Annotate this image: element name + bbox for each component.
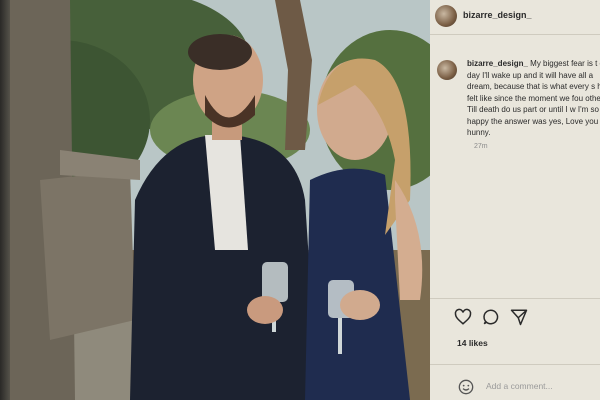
comment-username[interactable]: bizarre_design_ xyxy=(467,59,528,68)
share-icon[interactable] xyxy=(510,308,528,326)
heart-icon[interactable] xyxy=(454,308,472,326)
instagram-post-panel: bizarre_design_ bizarre_design_ My bigge… xyxy=(430,0,600,400)
add-comment-input[interactable]: Add a comment... xyxy=(486,381,553,391)
avatar[interactable] xyxy=(435,5,457,27)
post-header: bizarre_design_ xyxy=(430,0,600,35)
couple-photo-illustration xyxy=(0,0,430,400)
comment-avatar[interactable] xyxy=(437,60,457,80)
likes-count[interactable]: 14 likes xyxy=(457,338,488,348)
comment-time: 27m xyxy=(474,143,488,150)
monitor-screen: bizarre_design_ bizarre_design_ My bigge… xyxy=(0,0,600,400)
add-comment-bar: Add a comment... xyxy=(430,364,600,400)
monitor-bezel xyxy=(0,0,10,400)
post-photo xyxy=(0,0,430,400)
header-username[interactable]: bizarre_design_ xyxy=(463,10,532,20)
comment-icon[interactable] xyxy=(482,308,500,326)
caption-comment: bizarre_design_ My biggest fear is t one… xyxy=(467,58,600,139)
comment-text: My biggest fear is t one day I'll wake u… xyxy=(467,59,600,137)
smile-icon[interactable] xyxy=(458,379,474,395)
divider xyxy=(430,298,600,299)
